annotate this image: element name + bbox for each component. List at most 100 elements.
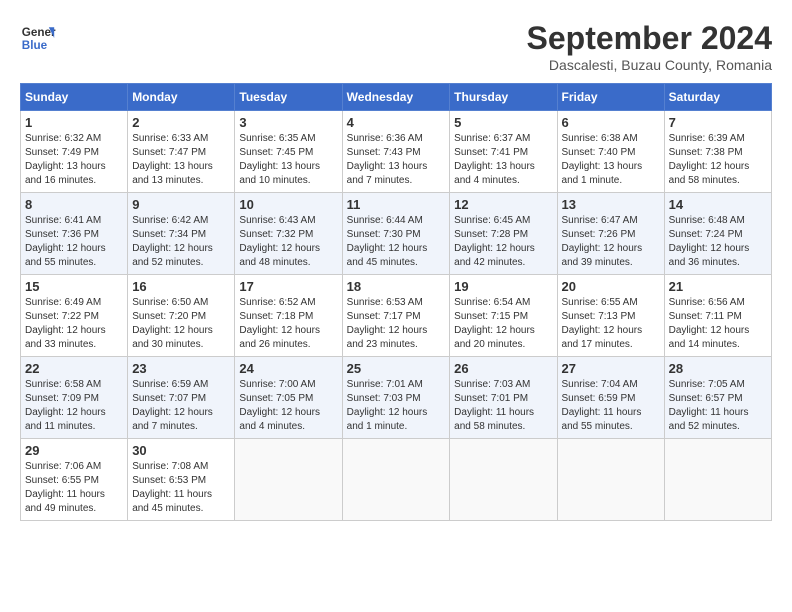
- calendar-cell: 22 Sunrise: 6:58 AM Sunset: 7:09 PM Dayli…: [21, 357, 128, 439]
- day-info: Sunrise: 6:43 AM Sunset: 7:32 PM Dayligh…: [239, 214, 337, 270]
- day-info: Sunrise: 7:06 AM Sunset: 6:55 PM Dayligh…: [25, 460, 123, 516]
- calendar-cell: 1 Sunrise: 6:32 AM Sunset: 7:49 PM Daylig…: [21, 111, 128, 193]
- weekday-header-wednesday: Wednesday: [342, 84, 450, 111]
- day-number: 25: [347, 361, 446, 376]
- logo: General Blue: [20, 20, 56, 56]
- day-info: Sunrise: 6:33 AM Sunset: 7:47 PM Dayligh…: [132, 132, 230, 188]
- day-number: 14: [669, 197, 767, 212]
- calendar-cell: [450, 439, 557, 521]
- day-number: 9: [132, 197, 230, 212]
- day-info: Sunrise: 6:50 AM Sunset: 7:20 PM Dayligh…: [132, 296, 230, 352]
- calendar-cell: 16 Sunrise: 6:50 AM Sunset: 7:20 PM Dayli…: [128, 275, 235, 357]
- header: General Blue September 2024 Dascalesti, …: [20, 20, 772, 73]
- calendar-cell: 23Sunrise: 6:59 AM Sunset: 7:07 PM Dayli…: [128, 357, 235, 439]
- day-number: 20: [562, 279, 660, 294]
- calendar-cell: 8 Sunrise: 6:41 AM Sunset: 7:36 PM Daylig…: [21, 193, 128, 275]
- day-info: Sunrise: 6:48 AM Sunset: 7:24 PM Dayligh…: [669, 214, 767, 270]
- day-info: Sunrise: 6:49 AM Sunset: 7:22 PM Dayligh…: [25, 296, 123, 352]
- day-info: Sunrise: 6:41 AM Sunset: 7:36 PM Dayligh…: [25, 214, 123, 270]
- day-number: 6: [562, 115, 660, 130]
- title-area: September 2024 Dascalesti, Buzau County,…: [527, 20, 772, 73]
- weekday-header-saturday: Saturday: [664, 84, 771, 111]
- day-number: 4: [347, 115, 446, 130]
- calendar-cell: 12 Sunrise: 6:45 AM Sunset: 7:28 PM Dayli…: [450, 193, 557, 275]
- day-info: Sunrise: 6:38 AM Sunset: 7:40 PM Dayligh…: [562, 132, 660, 188]
- calendar-cell: 28 Sunrise: 7:05 AM Sunset: 6:57 PM Dayli…: [664, 357, 771, 439]
- svg-text:Blue: Blue: [22, 39, 48, 52]
- calendar-cell: 7 Sunrise: 6:39 AM Sunset: 7:38 PM Daylig…: [664, 111, 771, 193]
- calendar-cell: 2 Sunrise: 6:33 AM Sunset: 7:47 PM Daylig…: [128, 111, 235, 193]
- calendar-cell: [664, 439, 771, 521]
- day-info: Sunrise: 7:05 AM Sunset: 6:57 PM Dayligh…: [669, 378, 767, 434]
- calendar-cell: 30 Sunrise: 7:08 AM Sunset: 6:53 PM Dayli…: [128, 439, 235, 521]
- day-number: 18: [347, 279, 446, 294]
- weekday-header-friday: Friday: [557, 84, 664, 111]
- calendar-cell: 21Sunrise: 6:56 AM Sunset: 7:11 PM Dayli…: [664, 275, 771, 357]
- day-info: Sunrise: 6:42 AM Sunset: 7:34 PM Dayligh…: [132, 214, 230, 270]
- day-number: 8: [25, 197, 123, 212]
- day-info: Sunrise: 6:45 AM Sunset: 7:28 PM Dayligh…: [454, 214, 552, 270]
- day-info: Sunrise: 7:08 AM Sunset: 6:53 PM Dayligh…: [132, 460, 230, 516]
- day-number: 3: [239, 115, 337, 130]
- day-number: 5: [454, 115, 552, 130]
- day-number: 30: [132, 443, 230, 458]
- day-info: Sunrise: 6:39 AM Sunset: 7:38 PM Dayligh…: [669, 132, 767, 188]
- calendar-cell: 29 Sunrise: 7:06 AM Sunset: 6:55 PM Dayli…: [21, 439, 128, 521]
- day-info: Sunrise: 6:58 AM Sunset: 7:09 PM Dayligh…: [25, 378, 123, 434]
- calendar-cell: 9 Sunrise: 6:42 AM Sunset: 7:34 PM Daylig…: [128, 193, 235, 275]
- day-info: Sunrise: 7:03 AM Sunset: 7:01 PM Dayligh…: [454, 378, 552, 434]
- day-number: 22: [25, 361, 123, 376]
- day-number: 26: [454, 361, 552, 376]
- calendar-cell: 18 Sunrise: 6:53 AM Sunset: 7:17 PM Dayli…: [342, 275, 450, 357]
- day-number: 24: [239, 361, 337, 376]
- day-number: 23: [132, 361, 230, 376]
- calendar-cell: 3Sunrise: 6:35 AM Sunset: 7:45 PM Daylig…: [235, 111, 342, 193]
- calendar-cell: 6 Sunrise: 6:38 AM Sunset: 7:40 PM Daylig…: [557, 111, 664, 193]
- logo-icon: General Blue: [20, 20, 56, 56]
- calendar-cell: 26 Sunrise: 7:03 AM Sunset: 7:01 PM Dayli…: [450, 357, 557, 439]
- calendar-cell: [342, 439, 450, 521]
- day-number: 12: [454, 197, 552, 212]
- weekday-header-thursday: Thursday: [450, 84, 557, 111]
- day-info: Sunrise: 7:04 AM Sunset: 6:59 PM Dayligh…: [562, 378, 660, 434]
- calendar-cell: 20 Sunrise: 6:55 AM Sunset: 7:13 PM Dayli…: [557, 275, 664, 357]
- calendar-cell: 10 Sunrise: 6:43 AM Sunset: 7:32 PM Dayli…: [235, 193, 342, 275]
- day-number: 28: [669, 361, 767, 376]
- day-info: Sunrise: 6:52 AM Sunset: 7:18 PM Dayligh…: [239, 296, 337, 352]
- day-number: 21: [669, 279, 767, 294]
- day-info: Sunrise: 6:47 AM Sunset: 7:26 PM Dayligh…: [562, 214, 660, 270]
- calendar-cell: 27 Sunrise: 7:04 AM Sunset: 6:59 PM Dayli…: [557, 357, 664, 439]
- day-number: 16: [132, 279, 230, 294]
- day-info: Sunrise: 6:32 AM Sunset: 7:49 PM Dayligh…: [25, 132, 123, 188]
- weekday-header-monday: Monday: [128, 84, 235, 111]
- day-info: Sunrise: 7:01 AM Sunset: 7:03 PM Dayligh…: [347, 378, 446, 434]
- day-info: Sunrise: 7:00 AM Sunset: 7:05 PM Dayligh…: [239, 378, 337, 434]
- day-info: Sunrise: 6:55 AM Sunset: 7:13 PM Dayligh…: [562, 296, 660, 352]
- calendar-cell: 25 Sunrise: 7:01 AM Sunset: 7:03 PM Dayli…: [342, 357, 450, 439]
- calendar-cell: [235, 439, 342, 521]
- calendar-cell: 13 Sunrise: 6:47 AM Sunset: 7:26 PM Dayli…: [557, 193, 664, 275]
- day-info: Sunrise: 6:53 AM Sunset: 7:17 PM Dayligh…: [347, 296, 446, 352]
- day-number: 17: [239, 279, 337, 294]
- day-info: Sunrise: 6:36 AM Sunset: 7:43 PM Dayligh…: [347, 132, 446, 188]
- day-number: 19: [454, 279, 552, 294]
- calendar-cell: 4 Sunrise: 6:36 AM Sunset: 7:43 PM Daylig…: [342, 111, 450, 193]
- day-number: 10: [239, 197, 337, 212]
- day-info: Sunrise: 6:54 AM Sunset: 7:15 PM Dayligh…: [454, 296, 552, 352]
- day-number: 29: [25, 443, 123, 458]
- day-info: Sunrise: 6:44 AM Sunset: 7:30 PM Dayligh…: [347, 214, 446, 270]
- day-number: 2: [132, 115, 230, 130]
- day-number: 1: [25, 115, 123, 130]
- page-subtitle: Dascalesti, Buzau County, Romania: [527, 57, 772, 73]
- day-number: 13: [562, 197, 660, 212]
- page-title: September 2024: [527, 20, 772, 57]
- calendar-cell: 24 Sunrise: 7:00 AM Sunset: 7:05 PM Dayli…: [235, 357, 342, 439]
- day-number: 7: [669, 115, 767, 130]
- day-info: Sunrise: 6:37 AM Sunset: 7:41 PM Dayligh…: [454, 132, 552, 188]
- weekday-header-tuesday: Tuesday: [235, 84, 342, 111]
- calendar-table: SundayMondayTuesdayWednesdayThursdayFrid…: [20, 83, 772, 521]
- day-number: 27: [562, 361, 660, 376]
- calendar-cell: 11Sunrise: 6:44 AM Sunset: 7:30 PM Dayli…: [342, 193, 450, 275]
- calendar-cell: 17 Sunrise: 6:52 AM Sunset: 7:18 PM Dayli…: [235, 275, 342, 357]
- calendar-cell: 19 Sunrise: 6:54 AM Sunset: 7:15 PM Dayli…: [450, 275, 557, 357]
